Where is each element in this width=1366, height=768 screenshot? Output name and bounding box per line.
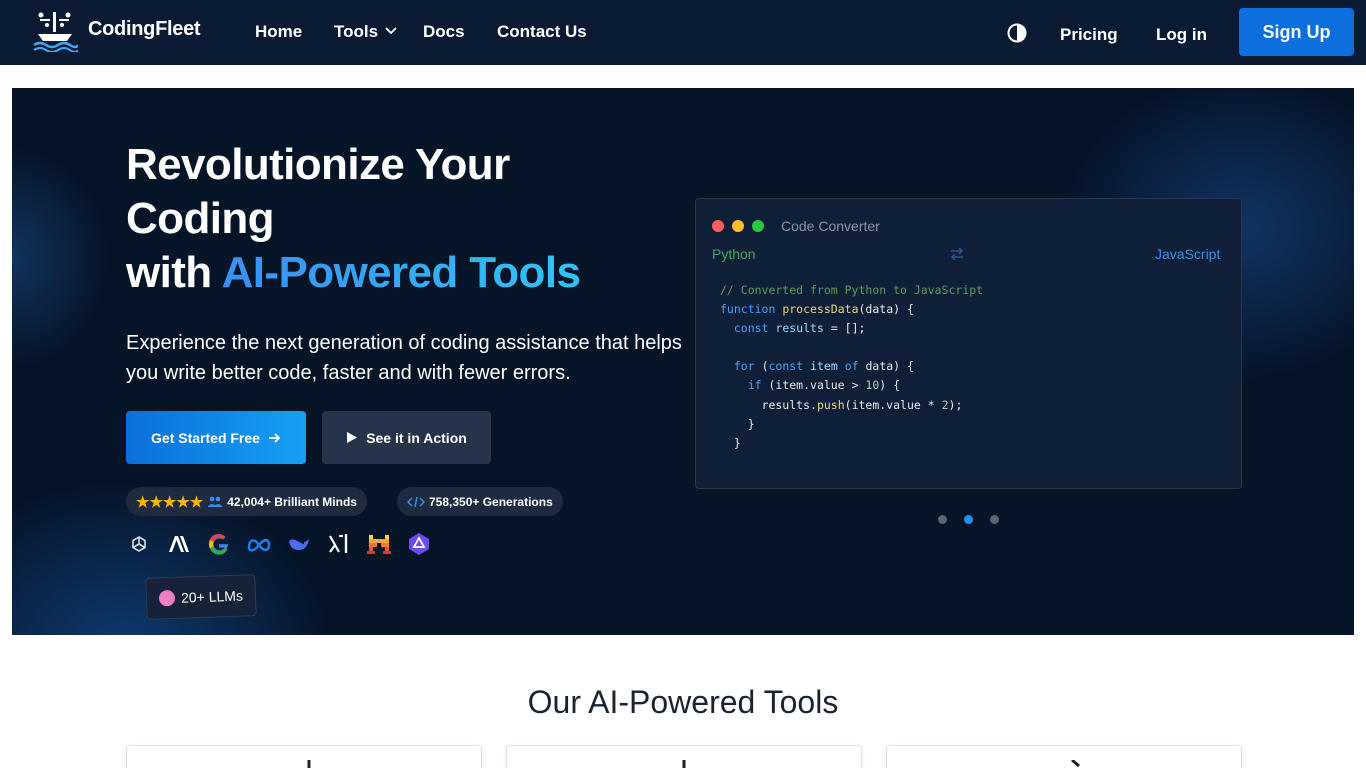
code-line: } <box>720 435 741 450</box>
window-minimize-dot <box>732 220 744 232</box>
code-line: function processData(data) { <box>720 302 914 317</box>
get-started-label: Get Started Free <box>151 429 260 446</box>
code-icon <box>407 496 425 507</box>
generations-stat-badge: 758,350+ Generations <box>397 487 563 516</box>
tool-icon <box>682 760 686 768</box>
brand-name[interactable]: CodingFleet <box>88 18 201 41</box>
swap-icon[interactable] <box>949 246 965 262</box>
nav-contact[interactable]: Contact Us <box>497 22 587 42</box>
hero-title-line2: Coding <box>126 194 275 243</box>
llm-count-text: 20+ LLMs <box>180 587 244 606</box>
tools-section-title: Our AI-Powered Tools <box>527 684 839 720</box>
hero-section: Revolutionize Your Coding with AI-Powere… <box>12 88 1354 635</box>
nav-home[interactable]: Home <box>255 22 302 42</box>
brain-icon <box>158 589 176 607</box>
signup-button[interactable]: Sign Up <box>1239 8 1354 56</box>
llm-count-badge: 20+ LLMs <box>145 574 257 620</box>
meta-icon <box>247 538 271 552</box>
anthropic-icon <box>169 536 189 552</box>
see-in-action-button[interactable]: See it in Action <box>322 411 491 464</box>
mistral-icon <box>367 535 391 554</box>
code-line: results.push(item.value * 2); <box>720 397 963 412</box>
star-rating: ★★★★★ <box>136 493 204 511</box>
nav-pricing[interactable]: Pricing <box>1060 25 1118 45</box>
nav-docs[interactable]: Docs <box>423 22 465 42</box>
tool-card[interactable] <box>506 745 862 768</box>
nav-login[interactable]: Log in <box>1156 25 1207 45</box>
logo-icon[interactable] <box>32 10 78 52</box>
window-close-dot <box>712 220 724 232</box>
nav-tools[interactable]: Tools <box>334 22 378 42</box>
chevron-down-icon[interactable] <box>385 27 397 35</box>
code-line: // Converted from Python to JavaScript <box>720 283 984 297</box>
tool-icon <box>1071 760 1080 768</box>
get-started-button[interactable]: Get Started Free <box>126 411 306 464</box>
google-icon <box>208 533 228 555</box>
code-line: if (item.value > 10) { <box>747 378 901 393</box>
hero-subtitle: Experience the next generation of coding… <box>126 332 682 384</box>
deepseek-icon <box>289 539 309 550</box>
code-converter-card: Code Converter Python JavaScript // Conv… <box>695 198 1242 489</box>
qwen-icon <box>409 533 429 555</box>
arrow-right-icon <box>268 432 281 443</box>
carousel-dot-3[interactable] <box>990 515 999 524</box>
xai-icon <box>329 534 348 553</box>
hero-title-line1: Revolutionize Your <box>126 140 510 189</box>
generations-stat-text: 758,350+ Generations <box>429 494 553 509</box>
code-block: // Converted from Python to JavaScript fu… <box>720 281 983 453</box>
theme-toggle-icon[interactable] <box>1007 23 1027 43</box>
hero-title-line3: with AI-Powered Tools <box>126 246 581 300</box>
tool-card[interactable] <box>886 745 1242 768</box>
play-icon <box>347 432 358 443</box>
top-navbar: CodingFleet Home Tools Docs Contact Us P… <box>0 0 1366 65</box>
carousel-dot-1[interactable] <box>938 515 947 524</box>
target-language[interactable]: JavaScript <box>1155 246 1220 262</box>
users-stat-text: 42,004+ Brilliant Minds <box>227 494 357 509</box>
hero-title: Revolutionize Your Coding with AI-Powere… <box>126 138 581 300</box>
code-line: const results = []; <box>733 321 866 336</box>
users-stat-badge: ★★★★★ 42,004+ Brilliant Minds <box>126 487 367 516</box>
see-in-action-label: See it in Action <box>366 429 467 446</box>
code-line: } <box>720 416 755 431</box>
carousel-dot-2[interactable] <box>964 515 973 524</box>
tool-card[interactable] <box>126 745 482 768</box>
hero-title-highlight: AI-Powered Tools <box>221 248 581 297</box>
openai-icon <box>132 536 146 552</box>
window-maximize-dot <box>752 220 764 232</box>
code-line: for (const item of data) { <box>733 359 914 374</box>
source-language[interactable]: Python <box>712 246 756 262</box>
users-icon <box>207 496 223 507</box>
card-title: Code Converter <box>781 218 880 234</box>
tool-icon <box>307 760 311 768</box>
hero-title-prefix: with <box>126 248 212 297</box>
